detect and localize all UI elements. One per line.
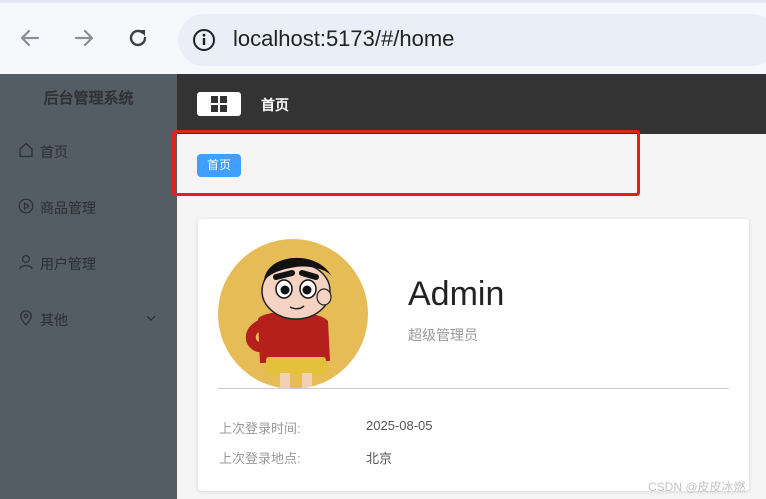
- location-icon: [20, 310, 32, 326]
- play-circle-icon: [18, 198, 34, 214]
- top-header: 首页: [177, 74, 766, 134]
- sidebar-item-home[interactable]: 首页: [0, 122, 177, 178]
- reload-icon: [129, 29, 147, 47]
- sidebar: 后台管理系统 首页 商品管理 用户管理 其他: [0, 74, 177, 499]
- url-text[interactable]: localhost:5173/#/home: [233, 26, 454, 52]
- arrow-left-icon: [20, 29, 40, 47]
- header-title[interactable]: 首页: [261, 95, 289, 115]
- last-login-time-label: 上次登录时间:: [219, 421, 301, 436]
- sidebar-item-label: 商品管理: [40, 200, 96, 216]
- annotation-highlight-box: [172, 130, 640, 196]
- collapse-menu-button[interactable]: [197, 92, 241, 116]
- last-login-time-value: 2025-08-05: [366, 418, 433, 433]
- home-icon: [19, 142, 33, 158]
- last-login-place-label: 上次登录地点:: [219, 451, 301, 466]
- user-info-card: Admin 超级管理员 上次登录时间: 2025-08-05 上次登录地点: 北…: [198, 219, 749, 491]
- browser-toolbar: localhost:5173/#/home: [0, 0, 766, 74]
- chevron-down-icon[interactable]: [145, 312, 157, 324]
- user-name: Admin: [408, 275, 505, 313]
- forward-button[interactable]: [71, 25, 97, 51]
- address-bar[interactable]: localhost:5173/#/home: [178, 14, 766, 66]
- avatar: [218, 239, 368, 389]
- last-login-place-value: 北京: [366, 451, 393, 466]
- sidebar-item-label: 首页: [40, 144, 68, 160]
- divider: [218, 388, 729, 389]
- reload-button[interactable]: [125, 25, 151, 51]
- user-icon: [19, 254, 33, 270]
- back-button[interactable]: [17, 25, 43, 51]
- sidebar-title: 后台管理系统: [43, 90, 134, 107]
- sidebar-item-other[interactable]: 其他: [0, 290, 177, 346]
- sidebar-item-label: 其他: [40, 312, 68, 328]
- grid-icon: [211, 96, 227, 112]
- sidebar-item-label: 用户管理: [40, 256, 96, 272]
- info-icon[interactable]: [192, 28, 216, 52]
- watermark: CSDN @皮皮冰燃: [648, 480, 746, 494]
- sidebar-item-users[interactable]: 用户管理: [0, 234, 177, 290]
- sidebar-item-products[interactable]: 商品管理: [0, 178, 177, 234]
- avatar-illustration: [245, 257, 332, 389]
- user-role: 超级管理员: [408, 327, 478, 343]
- arrow-right-icon: [74, 29, 94, 47]
